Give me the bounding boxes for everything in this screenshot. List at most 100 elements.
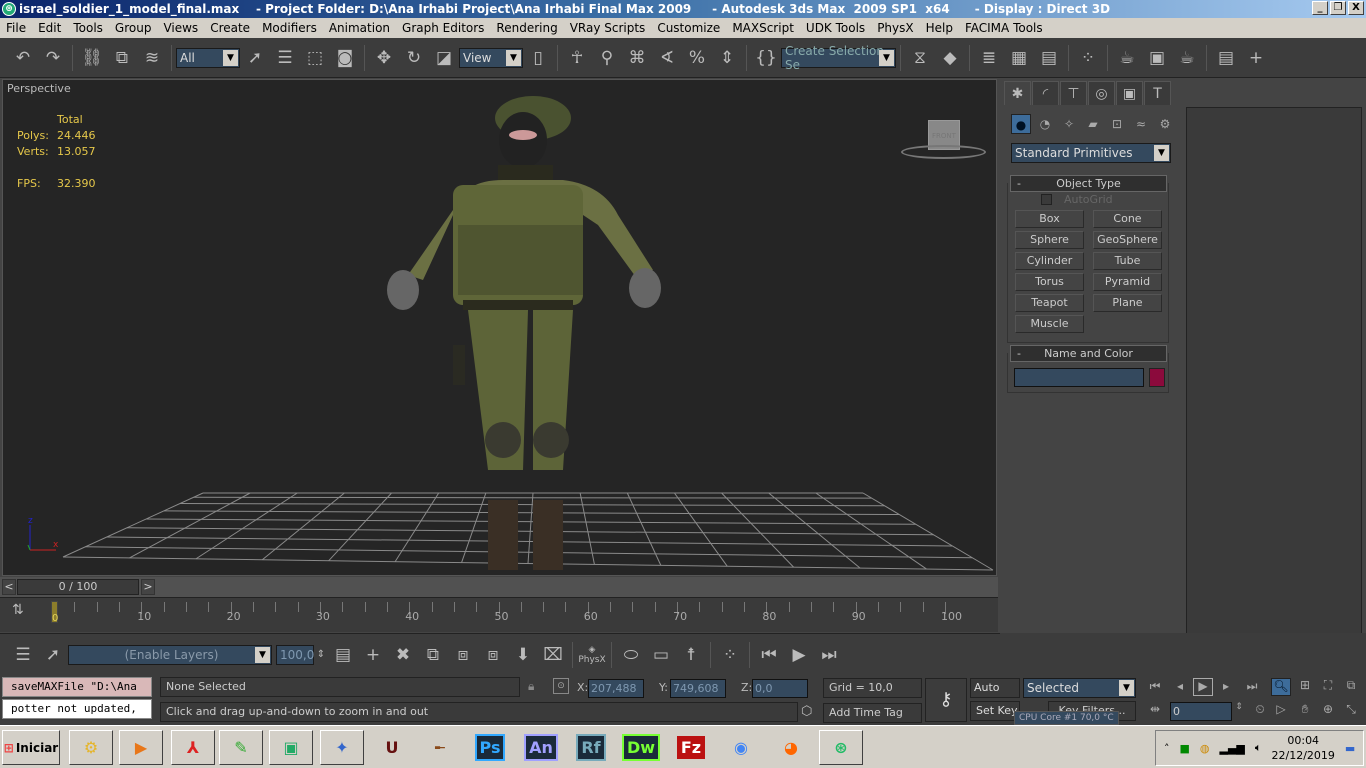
menu-udk-tools[interactable]: UDK Tools [800,21,871,35]
ragdoll-icon[interactable]: ☨ [678,642,704,668]
taskbar-app-acrobat[interactable]: ⅄ [171,730,215,765]
weight-spinner[interactable]: 100,0 [276,644,314,665]
physx-icon[interactable]: ◈ PhysX [578,642,605,668]
close-button[interactable]: X [1348,1,1364,15]
particles-icon[interactable]: ⁘ [717,642,743,668]
unlink-icon[interactable]: ⧉ [109,45,135,71]
percent-snap-icon[interactable]: % [684,45,710,71]
menu-edit[interactable]: Edit [32,21,67,35]
taskbar-app-tweaker[interactable]: ⚙ [69,730,113,765]
perspective-viewport[interactable]: Perspective Total Polys: 24.446 Verts: 1… [2,79,997,576]
zoom-icon[interactable]: 🔍︎ [1271,678,1291,696]
add-layer-icon[interactable]: + [360,642,386,668]
show-desktop-icon[interactable]: ▬ [1345,742,1355,755]
torus-button[interactable]: Torus [1015,273,1084,291]
spinner-snap-icon[interactable]: ⇕ [714,45,740,71]
tab-display[interactable]: ▣ [1116,81,1143,105]
schematic-view-icon[interactable]: ▤ [1036,45,1062,71]
taskbar-app-chrome[interactable]: ◉ [719,730,763,765]
taskbar-app-animate[interactable]: An [519,730,563,765]
rendered-frame-icon[interactable]: ▣ [1144,45,1170,71]
category-dropdown[interactable]: Standard Primitives ▼ [1011,143,1171,163]
cylinder-button[interactable]: Cylinder [1015,252,1084,270]
timeline-ruler[interactable]: 10 20 30 40 50 60 70 80 90 100 [52,598,962,633]
object-type-rollout-header[interactable]: - Object Type [1010,175,1167,192]
next-frame-icon[interactable]: ▸ [1216,679,1236,697]
taskbar-app-ak47[interactable]: ╾ [418,730,462,765]
snaps-3d-icon[interactable]: ⌘ [624,45,650,71]
time-slider-thumb[interactable]: 0 / 100 [17,579,139,595]
taskbar-app-unreal[interactable]: U [370,730,414,765]
play-simulation-icon[interactable]: ▶ [786,642,812,668]
time-slider-next-button[interactable]: > [141,579,155,595]
menu-help[interactable]: Help [920,21,959,35]
select-in-layer-icon[interactable]: ➚ [40,642,66,668]
pivot-icon[interactable]: ▯ [525,45,551,71]
cloth-icon[interactable]: ⬭ [618,642,644,668]
clock[interactable]: 00:04 22/12/2019 [1272,733,1335,763]
geosphere-button[interactable]: GeoSphere [1093,231,1162,249]
add-time-tag-button[interactable]: Add Time Tag [823,703,922,723]
tab-motion[interactable]: ◎ [1088,81,1115,105]
layer-manager-icon[interactable]: ≣ [976,45,1002,71]
plane-button[interactable]: Plane [1093,294,1162,312]
step-icon[interactable]: ⏭ [816,642,842,668]
rigid-body-icon[interactable]: ▭ [648,642,674,668]
go-to-start-icon[interactable]: ⏮ [756,642,782,668]
current-frame-input[interactable]: 0 [1170,702,1232,721]
time-tag-cube-icon[interactable]: ⬡ [801,704,812,719]
previous-frame-icon[interactable]: ◂ [1170,679,1190,697]
bind-space-warp-icon[interactable]: ≋ [139,45,165,71]
minimize-button[interactable]: _ [1312,1,1328,15]
muscle-button[interactable]: Muscle [1015,315,1084,333]
network-globe-icon[interactable]: ◍ [1200,742,1210,755]
set-key-button[interactable]: Set Key [970,701,1020,721]
taskbar-app-windows-security[interactable]: ✦ [320,730,364,765]
paste-icon[interactable]: ⧈ [450,642,476,668]
systems-icon[interactable]: ⚙ [1155,114,1175,134]
pyramid-button[interactable]: Pyramid [1093,273,1162,291]
signal-icon[interactable]: ▂▄▆ [1220,742,1245,755]
render-setup-icon[interactable]: ☕ [1114,45,1140,71]
angle-snap-icon[interactable]: ∢ [654,45,680,71]
geometry-icon[interactable]: ● [1011,114,1031,134]
name-and-color-rollout-header[interactable]: - Name and Color [1010,345,1167,362]
select-object-icon[interactable]: ➚ [242,45,268,71]
manipulate-icon[interactable]: ☥ [564,45,590,71]
viewcube-compass-ring[interactable] [901,145,986,159]
show-hidden-icons[interactable]: ˄ [1164,742,1170,755]
layers-icon[interactable]: ☰ [10,642,36,668]
menu-rendering[interactable]: Rendering [490,21,563,35]
key-mode-toggle-icon[interactable]: ⇹ [1145,702,1165,720]
play-animation-icon[interactable]: ▶ [1193,678,1213,696]
zoom-extents-icon[interactable]: ⛶ [1318,678,1338,696]
restore-button[interactable]: ❐ [1330,1,1346,15]
object-name-input[interactable] [1014,368,1144,387]
delete-layer-icon[interactable]: ✖ [390,642,416,668]
cpu-monitor-icon[interactable]: ■ [1180,742,1190,755]
tab-create[interactable]: ✱ [1004,81,1031,105]
taskbar-app-terminal[interactable]: ▣ [269,730,313,765]
key-mode-dropdown[interactable]: Selected ▼ [1023,678,1136,698]
cameras-icon[interactable]: ▰ [1083,114,1103,134]
menu-modifiers[interactable]: Modifiers [256,21,323,35]
shapes-icon[interactable]: ◔ [1035,114,1055,134]
tube-button[interactable]: Tube [1093,252,1162,270]
menu-graph-editors[interactable]: Graph Editors [396,21,490,35]
spinner-arrows-icon[interactable]: ⇕ [316,642,326,668]
y-coordinate-input[interactable]: 749,608 [670,679,726,698]
auto-key-button[interactable]: Auto Key [970,678,1020,712]
pan-view-icon[interactable]: ✋︎ [1295,702,1315,720]
current-frame-marker[interactable]: 0 [51,601,58,624]
menu-views[interactable]: Views [157,21,204,35]
z-coordinate-input[interactable]: 0,0 [752,679,808,698]
menu-vray-scripts[interactable]: VRay Scripts [564,21,652,35]
mirror-icon[interactable]: ⧖ [907,45,933,71]
redo-icon[interactable]: ↷ [40,45,66,71]
helpers-icon[interactable]: ⊡ [1107,114,1127,134]
space-warps-icon[interactable]: ≈ [1131,114,1151,134]
delete-all-icon[interactable]: ⌧ [540,642,566,668]
keyboard-shortcut-icon[interactable]: ⚲ [594,45,620,71]
x-coordinate-input[interactable]: 207,488 [588,679,644,698]
menu-group[interactable]: Group [109,21,158,35]
